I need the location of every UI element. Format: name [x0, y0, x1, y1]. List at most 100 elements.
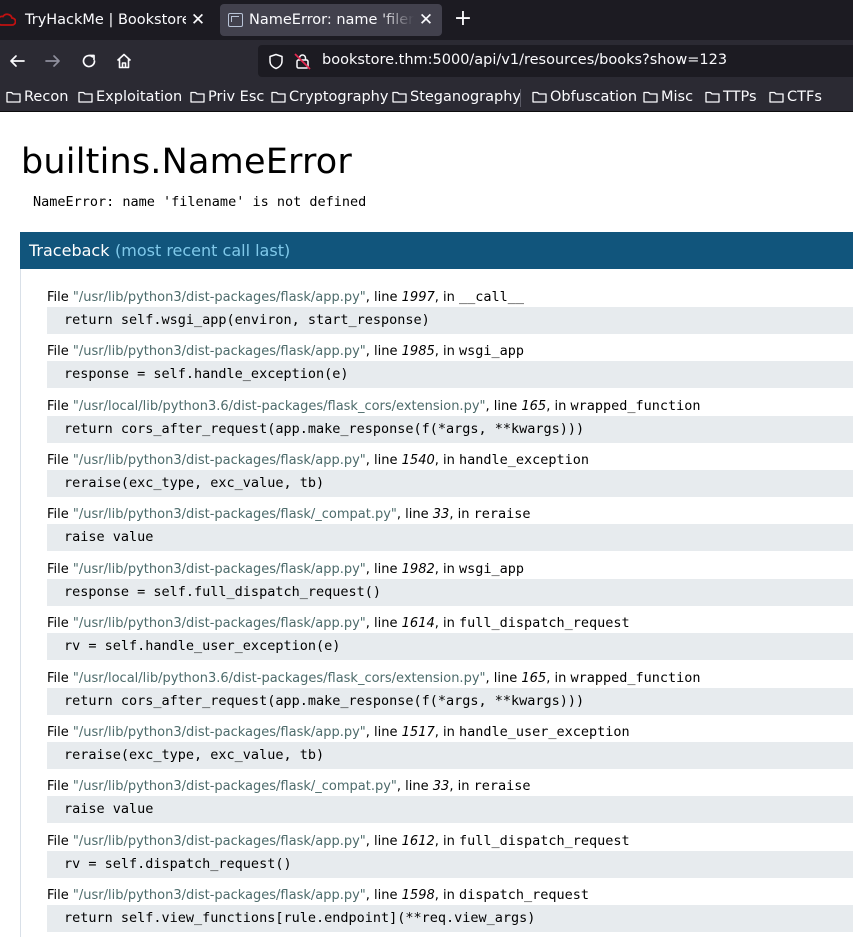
frame-source-line[interactable]: response = self.handle_exception(e)	[47, 361, 853, 388]
bookmark-label: Misc	[661, 89, 694, 105]
frame-line-number: 1997	[401, 290, 435, 305]
bookmark-folder-priv-esc[interactable]: Priv Esc	[190, 88, 264, 106]
source-code: response = self.full_dispatch_request()	[64, 584, 381, 600]
source-code: raise value	[64, 801, 154, 817]
frame-location: File "/usr/lib/python3/dist-packages/fla…	[47, 833, 630, 849]
frame-source-line[interactable]: return self.wsgi_app(environ, start_resp…	[47, 307, 853, 334]
page-icon	[228, 13, 243, 27]
tab-nameerror[interactable]: NameError: name 'filename' is not define…	[220, 4, 442, 36]
frame-source-line[interactable]: raise value	[47, 796, 853, 823]
folder-icon	[78, 91, 93, 103]
frame-source-line[interactable]: raise value	[47, 524, 853, 551]
frame-file-path: "/usr/lib/python3/dist-packages/flask/ap…	[72, 616, 366, 631]
bookmark-folder-recon[interactable]: Recon	[6, 88, 68, 106]
bookmark-folder-ctfs[interactable]: CTFs	[769, 88, 822, 106]
frame-function: reraise	[473, 778, 531, 794]
bookmark-folder-obfuscation[interactable]: Obfuscation	[532, 88, 637, 106]
tab-tryhackme-bookstore[interactable]: TryHackMe | Bookstore ✕	[0, 0, 214, 40]
bookmark-folder-ttps[interactable]: TTPs	[705, 88, 757, 106]
reload-icon	[82, 54, 96, 68]
insecure-lock-icon[interactable]	[294, 53, 312, 70]
bookmark-label: Exploitation	[96, 89, 183, 105]
folder-icon	[6, 91, 21, 103]
frame-function: full_dispatch_request	[459, 615, 630, 631]
folder-icon	[190, 91, 205, 103]
page-title: builtins.NameError	[21, 142, 353, 182]
forward-arrow-icon	[45, 55, 60, 67]
error-message: NameError: name 'filename' is not define…	[33, 194, 367, 210]
frame-function: handle_exception	[459, 452, 590, 468]
bookmark-folder-cryptography[interactable]: Cryptography	[271, 88, 388, 106]
frame-function: wrapped_function	[570, 670, 701, 686]
bookmark-label: Recon	[24, 89, 69, 105]
bookmark-folder-steganography[interactable]: Steganography	[392, 88, 521, 106]
frame-location: File "/usr/lib/python3/dist-packages/fla…	[47, 615, 630, 631]
source-code: response = self.handle_exception(e)	[64, 366, 349, 382]
frame-location: File "/usr/lib/python3/dist-packages/fla…	[47, 289, 525, 305]
frame-line-number: 1985	[401, 344, 435, 359]
close-tab-icon[interactable]: ✕	[186, 10, 210, 30]
new-tab-button[interactable]: +	[452, 8, 474, 30]
bookmark-label: Steganography	[410, 89, 521, 105]
frame-line-number: 1540	[401, 453, 435, 468]
source-code: reraise(exc_type, exc_value, tb)	[64, 475, 325, 491]
frame-source-line[interactable]: reraise(exc_type, exc_value, tb)	[47, 470, 853, 497]
back-button[interactable]	[6, 50, 28, 72]
frame-source-line[interactable]: rv = self.dispatch_request()	[47, 851, 853, 878]
frame-line-number: 165	[521, 399, 547, 414]
traceback-header: Traceback (most recent call last)	[20, 232, 853, 269]
frame-function: __call__	[459, 289, 525, 305]
folder-icon	[532, 91, 547, 103]
frame-source-line[interactable]: return self.view_functions[rule.endpoint…	[47, 905, 853, 932]
bookmarks-toolbar: Recon Exploitation Priv Esc Cryptography…	[0, 82, 853, 112]
bookmark-folder-exploitation[interactable]: Exploitation	[78, 88, 182, 106]
bookmark-label: TTPs	[723, 89, 757, 105]
close-tab-icon[interactable]: ✕	[414, 10, 438, 30]
bookmarks-separator	[520, 89, 521, 107]
home-button[interactable]	[113, 50, 135, 72]
frame-location: File "/usr/local/lib/python3.6/dist-pack…	[47, 670, 701, 686]
frame-file-path: "/usr/lib/python3/dist-packages/flask/_c…	[72, 779, 397, 794]
frame-source-line[interactable]: return cors_after_request(app.make_respo…	[47, 688, 853, 715]
url-text[interactable]: bookstore.thm:5000/api/v1/resources/book…	[322, 52, 727, 68]
frame-line-number: 165	[521, 671, 547, 686]
source-code: rv = self.handle_user_exception(e)	[64, 638, 341, 654]
frame-source-line[interactable]: response = self.full_dispatch_request()	[47, 579, 853, 606]
reload-button[interactable]	[78, 50, 100, 72]
frame-source-line[interactable]: reraise(exc_type, exc_value, tb)	[47, 742, 853, 769]
frame-function: wsgi_app	[459, 561, 525, 577]
page-content: builtins.NameError NameError: name 'file…	[0, 112, 853, 937]
folder-icon	[392, 91, 407, 103]
folder-icon	[643, 91, 658, 103]
source-code: rv = self.dispatch_request()	[64, 856, 292, 872]
frame-source-line[interactable]: return cors_after_request(app.make_respo…	[47, 416, 853, 443]
frame-file-path: "/usr/lib/python3/dist-packages/flask/ap…	[72, 290, 366, 305]
frame-location: File "/usr/lib/python3/dist-packages/fla…	[47, 887, 590, 903]
frame-file-path: "/usr/lib/python3/dist-packages/flask/ap…	[72, 834, 366, 849]
frame-source-line[interactable]: rv = self.handle_user_exception(e)	[47, 633, 853, 660]
frame-location: File "/usr/lib/python3/dist-packages/fla…	[47, 452, 590, 468]
back-arrow-icon	[10, 55, 25, 67]
frame-location: File "/usr/lib/python3/dist-packages/fla…	[47, 561, 525, 577]
tab-title: NameError: name 'filename' is not define…	[249, 12, 414, 28]
source-code: return self.wsgi_app(environ, start_resp…	[64, 312, 430, 328]
frame-function: reraise	[473, 506, 531, 522]
forward-button[interactable]	[42, 50, 64, 72]
bookmark-folder-misc[interactable]: Misc	[643, 88, 693, 106]
url-bar[interactable]: bookstore.thm:5000/api/v1/resources/book…	[258, 45, 853, 77]
frame-location: File "/usr/lib/python3/dist-packages/fla…	[47, 343, 525, 359]
traceback-title: Traceback	[29, 241, 110, 260]
source-code: return cors_after_request(app.make_respo…	[64, 421, 585, 437]
frame-location: File "/usr/local/lib/python3.6/dist-pack…	[47, 398, 701, 414]
frame-file-path: "/usr/lib/python3/dist-packages/flask/ap…	[72, 888, 366, 903]
frame-function: handle_user_exception	[459, 724, 630, 740]
frame-file-path: "/usr/lib/python3/dist-packages/flask/ap…	[72, 562, 366, 577]
frame-file-path: "/usr/lib/python3/dist-packages/flask/ap…	[72, 725, 366, 740]
shield-icon[interactable]	[268, 53, 284, 70]
source-code: return cors_after_request(app.make_respo…	[64, 693, 585, 709]
bookmark-label: Cryptography	[289, 89, 389, 105]
navigation-toolbar: bookstore.thm:5000/api/v1/resources/book…	[0, 40, 853, 82]
frame-file-path: "/usr/lib/python3/dist-packages/flask/_c…	[72, 507, 397, 522]
frame-line-number: 1598	[401, 888, 435, 903]
frame-function: full_dispatch_request	[459, 833, 630, 849]
